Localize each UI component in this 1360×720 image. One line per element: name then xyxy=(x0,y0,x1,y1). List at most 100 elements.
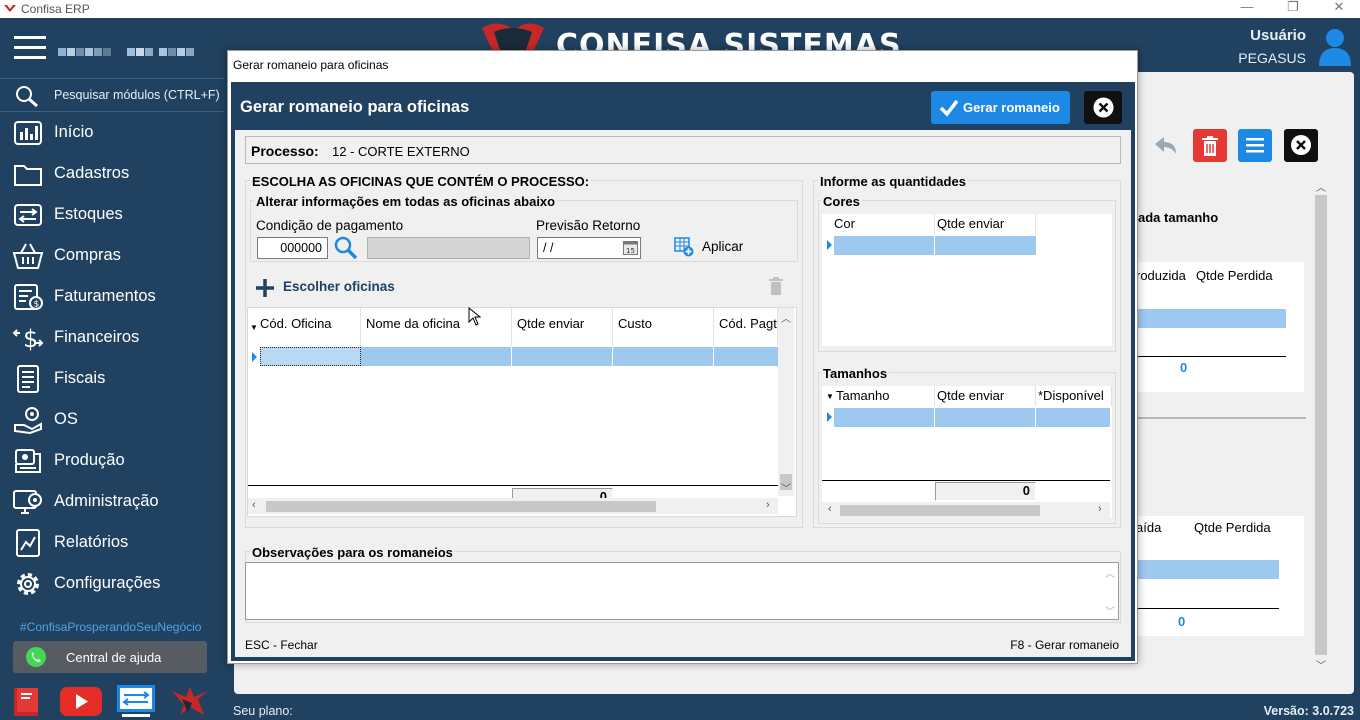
sizes-horizontal-scrollbar[interactable]: ‹ › xyxy=(822,502,1110,518)
bg-vertical-scrollbar[interactable]: ︿ ﹀ xyxy=(1313,177,1329,672)
colors-group-title: Cores xyxy=(821,194,862,209)
help-center-button[interactable]: Central de ajuda xyxy=(13,641,207,673)
workshops-vertical-scrollbar[interactable]: ︿ ﹀ xyxy=(778,308,794,496)
sidebar-item-configuracoes[interactable]: Configurações xyxy=(0,564,224,605)
maximize-button[interactable]: ❐ xyxy=(1273,0,1313,18)
user-avatar-icon[interactable] xyxy=(1316,26,1354,66)
choose-workshops-button[interactable]: Escolher oficinas xyxy=(255,275,415,299)
delete-button[interactable] xyxy=(1193,129,1227,162)
color-cell[interactable] xyxy=(834,236,935,255)
grid-header-size-qty[interactable]: Qtde enviar xyxy=(935,386,1036,406)
hashtag-slogan: #ConfisaProsperandoSeuNegócio xyxy=(20,620,202,634)
list-icon xyxy=(1246,138,1264,153)
close-window-button[interactable]: ✕ xyxy=(1319,0,1359,18)
observations-scrollbar[interactable]: ︿ ﹀ xyxy=(1102,563,1118,619)
remote-access-icon[interactable] xyxy=(116,685,156,718)
dialog-header-title: Gerar romaneio para oficinas xyxy=(240,98,470,116)
grid-header-available[interactable]: *Disponível xyxy=(1036,386,1112,406)
workshop-payment-cell[interactable] xyxy=(714,347,778,366)
calendar-icon[interactable]: 15 xyxy=(623,241,638,255)
sidebar-item-compras[interactable]: Compras xyxy=(0,236,224,277)
apply-button[interactable]: Aplicar xyxy=(674,234,754,260)
hamburger-menu-icon[interactable] xyxy=(14,36,46,60)
color-qty-cell[interactable] xyxy=(935,236,1036,255)
production-icon xyxy=(15,449,41,473)
bg-grid1-total: 0 xyxy=(1180,360,1188,375)
sidebar-item-os[interactable]: OS xyxy=(0,400,224,441)
size-available-cell[interactable] xyxy=(1036,408,1110,427)
folder-icon xyxy=(14,165,42,186)
workshops-horizontal-scrollbar[interactable]: ‹ › xyxy=(248,498,778,514)
bg-grid2-total: 0 xyxy=(1178,614,1186,629)
sidebar-item-producao[interactable]: Produção xyxy=(0,441,224,482)
generate-romaneio-button[interactable]: Gerar romaneio xyxy=(931,91,1070,124)
youtube-icon[interactable] xyxy=(59,685,103,718)
sidebar-item-inicio[interactable]: Início xyxy=(0,113,224,154)
size-row-selected[interactable] xyxy=(834,408,1110,427)
app-logo-icon xyxy=(4,5,16,12)
report-icon xyxy=(16,529,40,557)
brand-logo-text: CONFISA SISTEMAS xyxy=(556,28,902,50)
sidebar-item-relatorios[interactable]: Relatórios xyxy=(0,523,224,564)
confisa-logo-icon[interactable] xyxy=(170,685,210,718)
window-titlebar: Confisa ERP — ❐ ✕ xyxy=(0,0,1360,18)
grid-footer-line xyxy=(248,485,778,486)
svg-text:15: 15 xyxy=(626,247,635,255)
sizes-grid: ▼ Tamanho Qtde enviar *Disponível 0 ‹ › xyxy=(822,386,1112,518)
user-label: Usuário xyxy=(1250,27,1306,44)
payment-condition-label: Condição de pagamento xyxy=(256,218,404,233)
sidebar-item-faturamentos[interactable]: $ Faturamentos xyxy=(0,277,224,318)
close-background-button[interactable] xyxy=(1284,129,1318,162)
sidebar-item-estoques[interactable]: Estoques xyxy=(0,195,224,236)
undo-icon[interactable] xyxy=(1150,132,1180,160)
sidebar-item-cadastros[interactable]: Cadastros xyxy=(0,154,224,195)
book-icon[interactable] xyxy=(12,685,42,718)
grid-header-qty-send[interactable]: Qtde enviar xyxy=(512,308,613,346)
workshop-code-cell[interactable] xyxy=(260,347,361,366)
sidebar-item-fiscais[interactable]: Fiscais xyxy=(0,359,224,400)
color-row-selected[interactable] xyxy=(834,236,1036,255)
menu-button[interactable] xyxy=(1238,129,1272,162)
size-cell[interactable] xyxy=(834,408,935,427)
grid-header-label: Qtde enviar xyxy=(517,316,585,331)
workshop-qty-cell[interactable] xyxy=(512,347,613,366)
trash-icon xyxy=(1202,136,1218,156)
close-icon xyxy=(1093,97,1114,118)
sidebar-item-administracao[interactable]: Administração xyxy=(0,482,224,523)
service-icon xyxy=(14,407,42,435)
user-name: PEGASUS xyxy=(1238,50,1306,66)
grid-header-label: Nome da oficina xyxy=(366,316,460,331)
close-dialog-button[interactable] xyxy=(1084,91,1122,124)
quantities-group-title: Informe as quantidades xyxy=(818,174,968,189)
grid-header-cost[interactable]: Custo xyxy=(613,308,714,346)
sidebar: Pesquisar módulos (CTRL+F) Início Cadast… xyxy=(0,18,224,720)
trash-icon[interactable] xyxy=(768,277,784,295)
bg-grid2-selected-row[interactable] xyxy=(1134,560,1279,579)
dialog-body-frame: Processo: 12 - CORTE EXTERNO ESCOLHA AS … xyxy=(231,130,1135,661)
plus-icon xyxy=(256,279,274,297)
grid-header-color-qty[interactable]: Qtde enviar xyxy=(935,214,1036,234)
workshop-row-selected[interactable] xyxy=(260,347,778,366)
minimize-button[interactable]: — xyxy=(1227,0,1267,18)
grid-header-size[interactable]: Tamanho xyxy=(822,386,935,406)
bg-grid1-selected-row[interactable] xyxy=(1134,309,1286,328)
table-add-icon xyxy=(674,237,694,257)
payment-condition-input[interactable]: 000000 xyxy=(257,237,328,259)
grid-header-workshop-name[interactable]: Nome da oficina xyxy=(361,308,512,346)
search-icon[interactable] xyxy=(333,235,359,260)
grid-header-workshop-code[interactable]: Cód. Oficina xyxy=(248,308,361,346)
module-search[interactable]: Pesquisar módulos (CTRL+F) xyxy=(0,78,224,112)
size-qty-cell[interactable] xyxy=(935,408,1036,427)
grid-header-color[interactable]: Cor xyxy=(822,214,935,234)
workshop-name-cell[interactable] xyxy=(361,347,512,366)
process-label: Processo: xyxy=(251,143,319,159)
observations-textarea[interactable]: ︿ ﹀ xyxy=(245,562,1119,620)
workshop-cost-cell[interactable] xyxy=(613,347,714,366)
return-date-input[interactable]: / / 15 xyxy=(537,237,641,259)
process-value: 12 - CORTE EXTERNO xyxy=(332,144,470,159)
sidebar-item-financeiros[interactable]: $ Financeiros xyxy=(0,318,224,359)
return-date-label: Previsão Retorno xyxy=(536,218,641,233)
footer-esc-hint: ESC - Fechar xyxy=(245,638,318,652)
grid-header-payment-code[interactable]: Cód. Pagto xyxy=(714,308,778,346)
bg-group-label: ada tamanho xyxy=(1138,210,1219,225)
